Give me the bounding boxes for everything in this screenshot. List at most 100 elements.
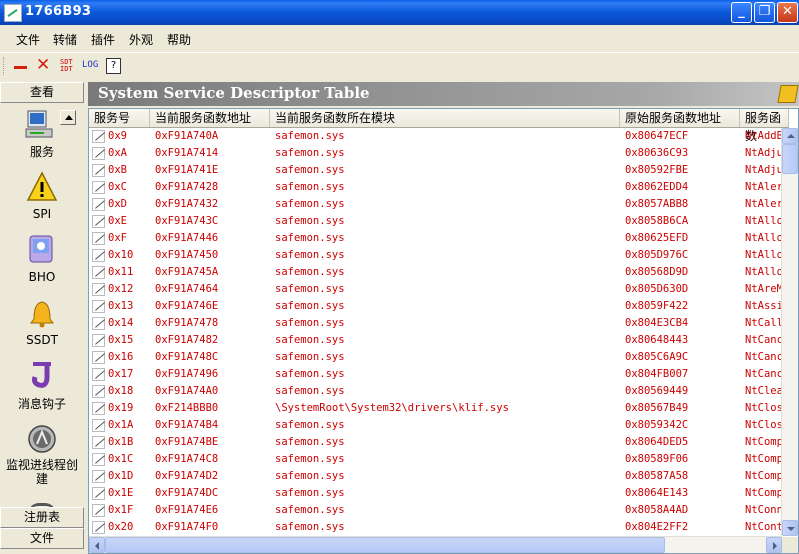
table-row[interactable]: 0x10 0xF91A7450 safemon.sys 0x805D976C NtAll… [89,247,785,264]
column-header-service-function[interactable]: 服务函数 [740,109,789,143]
sidebar-item-services[interactable]: 服务 [0,143,84,160]
close-button[interactable]: ✕ [777,2,798,23]
column-header-service-number[interactable]: 服务号 [89,109,150,127]
scroll-left-button[interactable] [89,537,105,553]
table-row[interactable]: 0xF 0xF91A7446 safemon.sys 0x80625EFD NtAllo [89,230,785,247]
horizontal-scroll-thumb[interactable] [105,537,665,553]
cell-original-address: 0x8058B6CA [625,215,689,227]
sidebar-file-button[interactable]: 文件 [0,528,84,549]
table-row[interactable]: 0x12 0xF91A7464 safemon.sys 0x805D630D NtAre… [89,281,785,298]
scroll-right-button[interactable] [766,537,782,553]
delete-icon[interactable]: ✕ [36,57,50,75]
table-row[interactable]: 0x20 0xF91A74F0 safemon.sys 0x804E2FF2 NtCon… [89,519,785,536]
row-entry-icon [92,402,105,415]
menu-appearance[interactable]: 外观 [129,31,153,48]
cell-module: safemon.sys [275,164,345,176]
sidebar: 查看 服务 SPI BHO SSDT 消息钩子 监视进线程创建 注册表 文件 [0,82,84,554]
table-row[interactable]: 0x9 0xF91A740A safemon.sys 0x80647ECF NtAddB [89,128,785,145]
table-row[interactable]: 0x1A 0xF91A74B4 safemon.sys 0x8059342C NtClo… [89,417,785,434]
cell-module: safemon.sys [275,198,345,210]
table-row[interactable]: 0x19 0xF214BBB0 \SystemRoot\System32\drive… [89,400,785,417]
table-row[interactable]: 0x14 0xF91A7478 safemon.sys 0x804E3CB4 NtCal… [89,315,785,332]
table-header: 服务号 当前服务函数地址 当前服务函数所在模块 原始服务函数地址 服务函数 [89,109,789,143]
cell-original-address: 0x80592FBE [625,164,689,176]
table-row[interactable]: 0x16 0xF91A748C safemon.sys 0x805C6A9C NtCan… [89,349,785,366]
cell-original-address: 0x80567B49 [625,402,689,414]
minimize-button[interactable]: _ [731,2,752,23]
row-entry-icon [92,266,105,279]
table-row[interactable]: 0x1C 0xF91A74C8 safemon.sys 0x80589F06 NtCom… [89,451,785,468]
vertical-scrollbar[interactable] [781,128,798,536]
table-row[interactable]: 0x15 0xF91A7482 safemon.sys 0x80648443 NtCan… [89,332,785,349]
title-bar[interactable]: 1766B93 _ ❐ ✕ [0,0,799,25]
bell-icon [26,297,58,332]
cell-number: 0x1A [108,419,134,431]
browser-object-icon [27,233,57,268]
cell-module: safemon.sys [275,215,345,227]
sidebar-item-ssdt[interactable]: SSDT [0,333,84,347]
sidebar-item-message-hooks[interactable]: 消息钩子 [0,395,84,412]
cell-original-address: 0x80568D9D [625,266,689,278]
cell-module: safemon.sys [275,232,345,244]
cell-current-address: 0xF91A7496 [155,368,219,380]
cell-current-address: 0xF91A7482 [155,334,219,346]
cell-original-address: 0x804FB007 [625,368,689,380]
cell-current-address: 0xF91A7414 [155,147,219,159]
table-row[interactable]: 0xE 0xF91A743C safemon.sys 0x8058B6CA NtAllo [89,213,785,230]
row-entry-icon [92,334,105,347]
table-row[interactable]: 0x13 0xF91A746E safemon.sys 0x8059F422 NtAss… [89,298,785,315]
menu-dump[interactable]: 转储 [53,31,77,48]
cell-original-address: 0x805D630D [625,283,689,295]
column-header-original-address[interactable]: 原始服务函数地址 [620,109,740,127]
maximize-button[interactable]: ❐ [754,2,775,23]
menu-file[interactable]: 文件 [16,31,40,48]
sdt-idt-button[interactable]: SDT IDT [60,59,73,77]
menu-help[interactable]: 帮助 [167,31,191,48]
column-header-current-module[interactable]: 当前服务函数所在模块 [270,109,620,127]
cell-current-address: 0xF91A7428 [155,181,219,193]
row-entry-icon [92,453,105,466]
sidebar-registry-button[interactable]: 注册表 [0,507,84,528]
scroll-down-button[interactable] [782,520,798,536]
scroll-thumb[interactable] [782,144,798,174]
table-row[interactable]: 0x18 0xF91A74A0 safemon.sys 0x80569449 NtCle… [89,383,785,400]
column-header-current-address[interactable]: 当前服务函数地址 [150,109,270,127]
minus-icon[interactable] [14,66,27,69]
cell-original-address: 0x80636C93 [625,147,689,159]
warning-icon [26,171,58,206]
cell-number: 0x15 [108,334,134,346]
horizontal-scrollbar[interactable] [89,536,782,553]
table-row[interactable]: 0xD 0xF91A7432 safemon.sys 0x8057ABB8 NtAler [89,196,785,213]
table-row[interactable]: 0x1D 0xF91A74D2 safemon.sys 0x80587A58 NtCom… [89,468,785,485]
row-entry-icon [92,232,105,245]
table-row[interactable]: 0xA 0xF91A7414 safemon.sys 0x80636C93 NtAdju [89,145,785,162]
cell-current-address: 0xF91A7450 [155,249,219,261]
log-button[interactable]: LOG [82,60,98,78]
table-row[interactable]: 0xB 0xF91A741E safemon.sys 0x80592FBE NtAdju [89,162,785,179]
table-row[interactable]: 0x1E 0xF91A74DC safemon.sys 0x8064E143 NtCom… [89,485,785,502]
cell-current-address: 0xF91A740A [155,130,219,142]
cell-current-address: 0xF91A7446 [155,232,219,244]
help-icon[interactable]: ? [106,58,121,74]
cell-current-address: 0xF91A741E [155,164,219,176]
table-row[interactable]: 0xC 0xF91A7428 safemon.sys 0x8062EDD4 NtAler [89,179,785,196]
cell-module: safemon.sys [275,368,345,380]
table-row[interactable]: 0x17 0xF91A7496 safemon.sys 0x804FB007 NtCan… [89,366,785,383]
sidebar-item-spi[interactable]: SPI [0,207,84,221]
sidebar-scroll-up-button[interactable] [60,110,76,125]
scroll-up-button[interactable] [782,128,798,144]
row-entry-icon [92,317,105,330]
sidebar-item-process-monitor[interactable]: 监视进线程创建 [0,458,84,486]
sidebar-view-header[interactable]: 查看 [0,82,84,103]
panel-header-icon[interactable] [777,85,799,103]
cell-module: safemon.sys [275,504,345,516]
table-row[interactable]: 0x1B 0xF91A74BE safemon.sys 0x8064DED5 NtCom… [89,434,785,451]
sidebar-item-bho[interactable]: BHO [0,270,84,284]
cell-module: safemon.sys [275,283,345,295]
table-row[interactable]: 0x1F 0xF91A74E6 safemon.sys 0x8058A4AD NtCon… [89,502,785,519]
menu-plugins[interactable]: 插件 [91,31,115,48]
cell-module: safemon.sys [275,266,345,278]
ssdt-table[interactable]: 服务号 当前服务函数地址 当前服务函数所在模块 原始服务函数地址 服务函数 0x… [88,108,799,554]
cell-module: safemon.sys [275,470,345,482]
table-row[interactable]: 0x11 0xF91A745A safemon.sys 0x80568D9D NtAll… [89,264,785,281]
